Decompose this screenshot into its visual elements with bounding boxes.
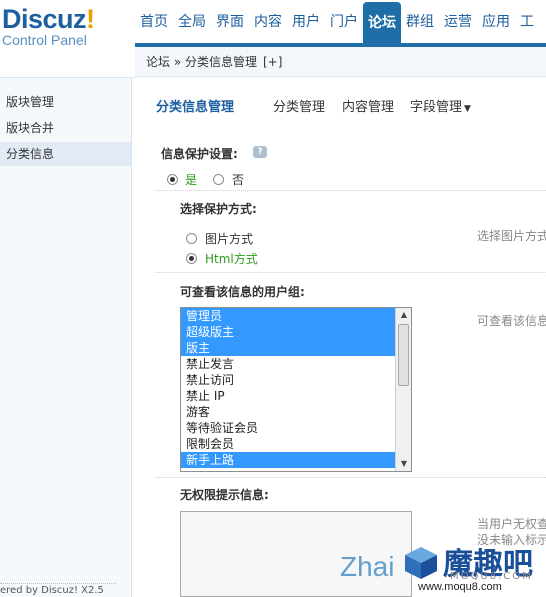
method-html-label[interactable]: Html方式 <box>205 250 258 267</box>
usergroup-option[interactable]: 版主 <box>181 340 395 356</box>
help-icon[interactable]: ? <box>253 146 267 158</box>
method-html-radio[interactable] <box>186 253 197 264</box>
row-divider <box>155 190 546 191</box>
scroll-down-arrow-icon[interactable]: ▼ <box>396 457 411 471</box>
protect-yes-radio[interactable] <box>167 174 178 185</box>
chevron-down-icon: ▼ <box>464 104 471 114</box>
cube-logo-icon <box>405 547 437 579</box>
nav-operation[interactable]: 运营 <box>439 0 477 44</box>
row-divider <box>155 272 546 273</box>
usergroup-option[interactable]: 管理员 <box>181 308 395 324</box>
page-title: 分类信息管理 <box>156 100 235 115</box>
sub-navigation: 分类信息管理 分类管理 内容管理 字段管理 ▼ <box>135 78 546 123</box>
sidebar-item-forum-merge[interactable]: 版块合并 <box>0 116 131 140</box>
protect-no-radio[interactable] <box>213 174 224 185</box>
protect-no-label[interactable]: 否 <box>232 171 244 188</box>
usergroup-options: 管理员 超级版主 版主 禁止发言 禁止访问 禁止 IP 游客 等待验证会员 限制会员 新手上路 <box>181 308 411 468</box>
nav-global[interactable]: 全局 <box>173 0 211 44</box>
method-image-label[interactable]: 图片方式 <box>205 230 253 247</box>
protect-method-label: 选择保护方式: <box>180 202 257 216</box>
sidebar-item-threadtype[interactable]: 分类信息 <box>0 142 131 166</box>
nav-content[interactable]: 内容 <box>249 0 287 44</box>
nav-forum[interactable]: 论坛 <box>363 2 401 44</box>
usergroup-option[interactable]: 限制会员 <box>181 436 395 452</box>
discuz-logo[interactable]: Discuz! Control Panel <box>2 4 95 48</box>
logo-text: Discuz! <box>2 4 95 34</box>
tab-category-manage[interactable]: 分类管理 <box>273 96 325 115</box>
usergroup-option[interactable]: 禁止 IP <box>181 388 395 404</box>
logo-subtitle: Control Panel <box>2 32 87 48</box>
usergroup-listbox[interactable]: 管理员 超级版主 版主 禁止发言 禁止访问 禁止 IP 游客 等待验证会员 限制会员 新手上路 ▲… <box>180 307 412 472</box>
main-nav: 首页 全局 界面 内容 用户 门户 论坛 群组 运营 应用 工 <box>135 0 539 44</box>
watermark: Zhai 魔趣吧 MOQU8.COM www.moqu8.com <box>340 537 546 597</box>
usergroup-option[interactable]: 禁止发言 <box>181 356 395 372</box>
main-content: 分类信息管理 分类管理 内容管理 字段管理 ▼ 信息保护设置: ? 是 否 选择保… <box>135 78 546 597</box>
tab-field-manage[interactable]: 字段管理 ▼ <box>410 96 471 115</box>
method-image-radio[interactable] <box>186 233 197 244</box>
sidebar-divider <box>0 77 135 78</box>
protect-yes-label[interactable]: 是 <box>185 171 197 188</box>
usergroup-label: 可查看该信息的用户组: <box>180 285 305 299</box>
breadcrumb: 论坛 » 分类信息管理 [+] <box>135 47 546 77</box>
add-shortcut-button[interactable]: [+] <box>263 55 282 69</box>
powered-by: ered by Discuz! X2.5 <box>0 585 104 596</box>
usergroup-tip: 可查看该信息 <box>477 314 546 328</box>
row-divider <box>155 477 546 478</box>
nav-style[interactable]: 界面 <box>211 0 249 44</box>
tab-content-manage[interactable]: 内容管理 <box>342 96 394 115</box>
nav-home[interactable]: 首页 <box>135 0 173 44</box>
nav-tools[interactable]: 工 <box>515 0 539 44</box>
usergroup-option[interactable]: 禁止访问 <box>181 372 395 388</box>
nav-app[interactable]: 应用 <box>477 0 515 44</box>
footer-divider <box>0 583 116 584</box>
scroll-up-arrow-icon[interactable]: ▲ <box>396 308 411 322</box>
watermark-url: www.moqu8.com <box>418 581 502 593</box>
scroll-thumb[interactable] <box>398 324 409 386</box>
usergroup-option[interactable]: 游客 <box>181 404 395 420</box>
nav-group[interactable]: 群组 <box>401 0 439 44</box>
usergroup-option[interactable]: 等待验证会员 <box>181 420 395 436</box>
breadcrumb-text: 论坛 » 分类信息管理 <box>146 55 257 69</box>
method-tip: 选择图片方式 <box>477 229 546 243</box>
usergroup-option[interactable]: 超级版主 <box>181 324 395 340</box>
listbox-scrollbar[interactable]: ▲ ▼ <box>395 308 411 471</box>
watermark-zhai: Zhai <box>340 551 395 582</box>
usergroup-option[interactable]: 新手上路 <box>181 452 395 468</box>
nav-user[interactable]: 用户 <box>287 0 325 44</box>
noperm-label: 无权限提示信息: <box>180 488 269 502</box>
nav-portal[interactable]: 门户 <box>325 0 363 44</box>
top-bar: Discuz! Control Panel 首页 全局 界面 内容 用户 门户 … <box>0 0 546 48</box>
noperm-tip-1: 当用户无权查 <box>477 517 546 531</box>
protect-setting-label: 信息保护设置: <box>161 147 238 161</box>
sidebar-item-forum-manage[interactable]: 版块管理 <box>0 90 131 114</box>
